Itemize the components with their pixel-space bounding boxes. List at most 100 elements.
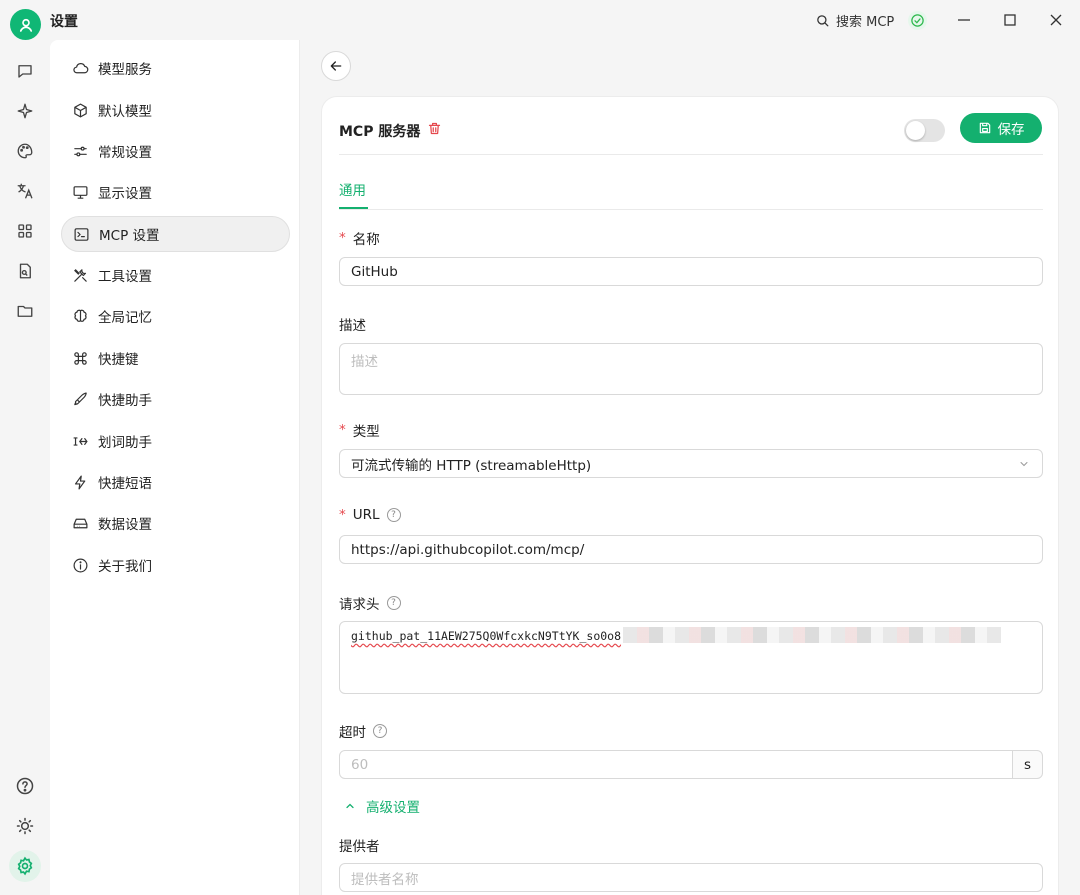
- save-button[interactable]: 保存: [960, 113, 1042, 143]
- help-icon[interactable]: ?: [386, 508, 401, 522]
- back-button[interactable]: [321, 51, 351, 81]
- menu-item-label: 划词助手: [98, 435, 152, 451]
- maximize-button[interactable]: [1001, 11, 1019, 29]
- provider-label: 提供者: [339, 839, 380, 855]
- user-icon: [19, 18, 32, 32]
- menu-item-label: 快捷短语: [98, 476, 152, 492]
- timeout-label: 超时?: [339, 721, 387, 741]
- timeout-unit-addon: s: [1012, 750, 1043, 779]
- menu-item-about[interactable]: 关于我们: [61, 547, 290, 583]
- minimize-button[interactable]: [955, 11, 973, 29]
- help-icon[interactable]: ?: [373, 724, 387, 738]
- server-enable-toggle[interactable]: [904, 119, 945, 142]
- check-circle-icon: [911, 14, 924, 27]
- menu-item-label: 全局记忆: [98, 310, 152, 326]
- minimize-icon: [958, 19, 970, 21]
- monitor-icon: [71, 183, 89, 201]
- search-mcp-label: 搜索 MCP: [836, 15, 895, 30]
- menu-item-default-model[interactable]: 默认模型: [61, 92, 290, 128]
- menu-item-label: 显示设置: [98, 186, 152, 202]
- server-title: MCP 服务器: [339, 124, 421, 140]
- provider-input[interactable]: 提供者名称: [339, 863, 1043, 892]
- title-bar: 设置 搜索 MCP: [0, 0, 1080, 40]
- info-icon: [71, 556, 89, 574]
- menu-item-data-settings[interactable]: 数据设置: [61, 505, 290, 541]
- redacted-token-blur: [623, 627, 1001, 643]
- menu-item-display-settings[interactable]: 显示设置: [61, 174, 290, 210]
- url-label: * URL?: [339, 507, 401, 523]
- menu-item-tools-settings[interactable]: 工具设置: [61, 257, 290, 293]
- brain-icon: [71, 307, 89, 325]
- advanced-settings-toggle[interactable]: 高级设置: [344, 796, 420, 816]
- menu-item-label: 工具设置: [98, 269, 152, 285]
- close-window-button[interactable]: [1047, 11, 1065, 29]
- menu-item-global-memory[interactable]: 全局记忆: [61, 298, 290, 334]
- menu-item-label: 快捷键: [98, 352, 139, 368]
- url-input[interactable]: https://api.githubcopilot.com/mcp/: [339, 535, 1043, 564]
- description-input[interactable]: 描述: [339, 343, 1043, 395]
- chat-icon[interactable]: [14, 60, 36, 82]
- maximize-icon: [1004, 14, 1016, 26]
- menu-item-model-service[interactable]: 模型服务: [61, 50, 290, 86]
- name-input[interactable]: GitHub: [339, 257, 1043, 286]
- tab-divider: [339, 209, 1043, 210]
- search-mcp-button[interactable]: 搜索 MCP: [815, 11, 894, 30]
- apps-icon[interactable]: [14, 220, 36, 242]
- toggle-knob: [906, 121, 925, 140]
- headers-value: github_pat_11AEW275Q0WfcxkcN9TtYK_so0o8: [351, 629, 622, 643]
- file-search-icon[interactable]: [14, 260, 36, 282]
- rocket-icon: [71, 390, 89, 408]
- timeout-input[interactable]: 60: [339, 750, 1013, 779]
- type-select[interactable]: 可流式传输的 HTTP (streamableHttp): [339, 449, 1043, 478]
- advanced-settings-label: 高级设置: [366, 800, 420, 816]
- delete-server-button[interactable]: [427, 121, 442, 140]
- user-avatar[interactable]: [10, 9, 41, 40]
- command-icon: [71, 349, 89, 367]
- type-label: * 类型: [339, 422, 380, 440]
- headers-label: 请求头?: [339, 593, 401, 613]
- tab-general[interactable]: 通用: [339, 179, 366, 199]
- palette-icon[interactable]: [14, 140, 36, 162]
- tools-icon: [71, 266, 89, 284]
- menu-item-label: 默认模型: [98, 104, 152, 120]
- menu-item-general-settings[interactable]: 常规设置: [61, 133, 290, 169]
- content-area: MCP 服务器 保存 通用 * 名称 GitHub 描述 描述 * 类型 可流式…: [301, 40, 1080, 895]
- save-icon: [979, 122, 990, 134]
- icon-rail: [0, 40, 50, 895]
- trash-icon: [428, 122, 441, 135]
- help-circle-icon[interactable]: [14, 775, 36, 797]
- menu-item-label: 关于我们: [98, 559, 152, 575]
- chevron-up-icon: [346, 803, 354, 809]
- menu-item-label: 常规设置: [98, 145, 152, 161]
- sparkle-icon[interactable]: [14, 100, 36, 122]
- card-header: MCP 服务器 保存: [339, 113, 1043, 155]
- menu-item-quick-assistant[interactable]: 快捷助手: [61, 381, 290, 417]
- menu-item-label: 数据设置: [98, 517, 152, 533]
- chevron-down-icon: [1020, 462, 1028, 467]
- cloud-icon: [71, 59, 89, 77]
- mcp-server-card: MCP 服务器 保存 通用 * 名称 GitHub 描述 描述 * 类型 可流式…: [321, 96, 1059, 895]
- menu-item-label: 快捷助手: [98, 393, 152, 409]
- translate-icon[interactable]: [14, 180, 36, 202]
- help-icon[interactable]: ?: [386, 596, 401, 610]
- menu-item-label: MCP 设置: [99, 228, 160, 244]
- zap-icon: [71, 473, 89, 491]
- menu-item-shortcuts[interactable]: 快捷键: [61, 340, 290, 376]
- headers-input[interactable]: github_pat_11AEW275Q0WfcxkcN9TtYK_so0o8: [339, 621, 1043, 694]
- folder-icon[interactable]: [14, 300, 36, 322]
- timeout-placeholder: 60: [351, 756, 369, 773]
- settings-icon[interactable]: [9, 850, 41, 882]
- menu-item-selection-assistant[interactable]: 划词助手: [61, 423, 290, 459]
- theme-toggle-icon[interactable]: [14, 815, 36, 837]
- type-select-value: 可流式传输的 HTTP (streamableHttp): [351, 457, 592, 474]
- menu-item-mcp-settings[interactable]: MCP 设置: [61, 216, 290, 252]
- status-ok-badge[interactable]: [908, 11, 927, 30]
- menu-item-quick-phrases[interactable]: 快捷短语: [61, 464, 290, 500]
- text-select-icon: [71, 432, 89, 450]
- menu-item-label: 模型服务: [98, 62, 152, 78]
- close-icon: [1050, 14, 1062, 26]
- arrow-left-icon: [330, 61, 342, 71]
- settings-menu: 模型服务 默认模型 常规设置 显示设置 MCP 设置 工具设置 全局记忆 快捷键…: [50, 40, 300, 895]
- terminal-icon: [72, 225, 90, 243]
- description-label: 描述: [339, 318, 366, 334]
